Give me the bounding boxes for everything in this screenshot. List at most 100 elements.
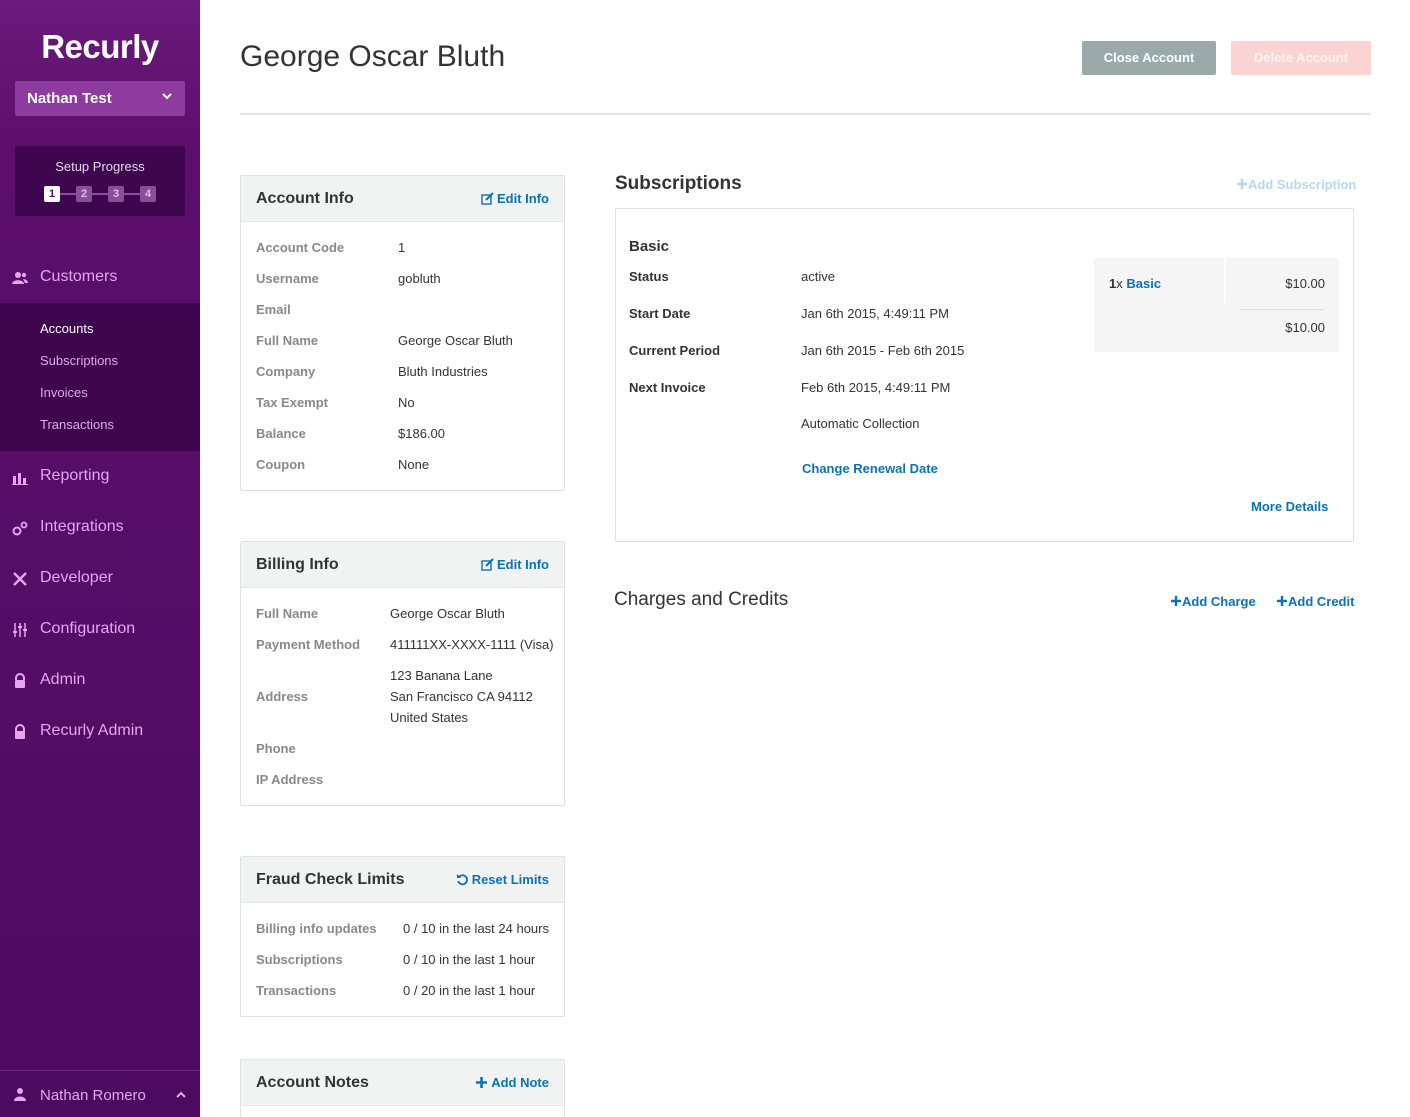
billing-full-name-value: George Oscar Bluth xyxy=(390,606,505,621)
username-label: Username xyxy=(256,271,319,286)
address-line-1: 123 Banana Lane xyxy=(390,668,493,683)
company-value: Bluth Industries xyxy=(398,364,488,379)
fraud-limits-panel: Fraud Check Limits Reset Limits Billing … xyxy=(240,856,565,1017)
setup-progress[interactable]: Setup Progress 1 2 3 4 xyxy=(15,146,185,216)
edit-billing-info-link[interactable]: Edit Info xyxy=(481,557,549,572)
nav-developer[interactable]: Developer xyxy=(0,559,200,599)
current-period-label: Current Period xyxy=(629,343,721,358)
add-credit-label: Add Credit xyxy=(1288,594,1355,609)
header-divider xyxy=(240,113,1371,115)
step-connector xyxy=(124,193,140,195)
start-date-value: Jan 6th 2015, 4:49:11 PM xyxy=(801,306,949,321)
plus-icon xyxy=(1236,178,1248,190)
setup-step-3[interactable]: 3 xyxy=(108,186,124,202)
panel-title: Account Notes xyxy=(256,1074,369,1091)
chevron-down-icon xyxy=(162,93,172,100)
subscription-card: Basic Status active Start Date Jan 6th 2… xyxy=(615,208,1354,542)
nav-label: Recurly Admin xyxy=(40,722,144,739)
reset-icon xyxy=(456,874,468,886)
setup-step-4[interactable]: 4 xyxy=(140,186,156,202)
site-selector[interactable]: Nathan Test xyxy=(15,81,185,116)
username-value: gobluth xyxy=(398,271,441,286)
charges-credits-title: Charges and Credits xyxy=(614,589,789,610)
subscription-price-summary: 1x Basic $10.00 $10.00 xyxy=(1094,258,1339,352)
sliders-icon xyxy=(13,623,27,637)
add-credit-link[interactable]: Add Credit xyxy=(1276,594,1354,609)
next-invoice-label: Next Invoice xyxy=(629,380,706,395)
nav-recurly-admin[interactable]: Recurly Admin xyxy=(0,712,200,752)
panel-title: Account Info xyxy=(256,190,354,207)
nav-reporting[interactable]: Reporting xyxy=(0,457,200,497)
panel-header: Account Notes Add Note xyxy=(241,1060,564,1106)
add-charge-link[interactable]: Add Charge xyxy=(1170,594,1256,609)
account-code-value: 1 xyxy=(398,240,406,255)
account-code-label: Account Code xyxy=(256,240,345,255)
customers-subnav: Accounts Subscriptions Invoices Transact… xyxy=(0,303,200,451)
nav-label: Developer xyxy=(40,569,113,586)
subscriptions-title: Subscriptions xyxy=(615,173,742,194)
gears-icon xyxy=(12,521,28,536)
subscriptions-limit-value: 0 / 10 in the last 1 hour xyxy=(403,952,536,967)
panel-title: Fraud Check Limits xyxy=(256,871,405,888)
sidebar: Recurly Nathan Test Setup Progress 1 2 3… xyxy=(0,0,200,1117)
plus-icon xyxy=(1276,595,1288,607)
lock-icon xyxy=(15,673,25,688)
delete-account-button[interactable]: Delete Account xyxy=(1231,41,1371,75)
add-note-link[interactable]: Add Note xyxy=(475,1075,549,1090)
recurly-logo[interactable]: Recurly xyxy=(0,28,200,66)
plus-icon xyxy=(1170,595,1182,607)
panel-header: Fraud Check Limits Reset Limits xyxy=(241,857,564,903)
close-account-button[interactable]: Close Account xyxy=(1082,41,1216,75)
line-item-amount: $10.00 xyxy=(1285,276,1325,291)
user-icon xyxy=(14,1088,26,1101)
start-date-label: Start Date xyxy=(629,306,691,321)
total-divider xyxy=(1239,309,1324,310)
setup-step-1[interactable]: 1 xyxy=(44,186,60,202)
nav-label: Configuration xyxy=(40,620,136,637)
payment-method-label: Payment Method xyxy=(256,637,361,652)
company-label: Company xyxy=(256,364,316,379)
transactions-limit-label: Transactions xyxy=(256,983,337,998)
subnav-accounts[interactable]: Accounts xyxy=(40,321,93,336)
panel-header: Billing Info Edit Info xyxy=(241,542,564,588)
nav-configuration[interactable]: Configuration xyxy=(0,610,200,650)
add-note-label: Add Note xyxy=(491,1075,549,1090)
address-line-2: San Francisco CA 94112 xyxy=(390,689,533,704)
next-invoice-value: Feb 6th 2015, 4:49:11 PM xyxy=(801,380,951,395)
subnav-transactions[interactable]: Transactions xyxy=(40,417,114,432)
nav-label: Integrations xyxy=(40,518,124,535)
more-details-link[interactable]: More Details xyxy=(1251,499,1328,514)
balance-label: Balance xyxy=(256,426,306,441)
site-selector-label: Nathan Test xyxy=(27,90,112,107)
bar-chart-icon xyxy=(12,473,28,485)
nav-integrations[interactable]: Integrations xyxy=(0,508,200,548)
balance-value: $186.00 xyxy=(398,426,445,441)
tax-exempt-value: No xyxy=(398,395,415,410)
nav-customers[interactable]: Customers xyxy=(0,258,200,298)
page-title: George Oscar Bluth xyxy=(240,40,506,73)
add-subscription-link[interactable]: Add Subscription xyxy=(1236,177,1356,192)
plus-icon xyxy=(476,1077,488,1088)
coupon-label: Coupon xyxy=(256,457,306,472)
nav-admin[interactable]: Admin xyxy=(0,661,200,701)
full-name-label: Full Name xyxy=(256,333,319,348)
setup-step-2[interactable]: 2 xyxy=(76,186,92,202)
subscription-plan-name: Basic xyxy=(629,238,670,255)
address-line-3: United States xyxy=(390,710,469,725)
subnav-subscriptions[interactable]: Subscriptions xyxy=(40,353,118,368)
line-item-plan-link[interactable]: Basic xyxy=(1126,276,1161,291)
step-connector xyxy=(60,193,76,195)
reset-limits-link[interactable]: Reset Limits xyxy=(456,872,549,887)
edit-account-info-link[interactable]: Edit Info xyxy=(481,191,549,206)
change-renewal-date-link[interactable]: Change Renewal Date xyxy=(802,461,938,476)
billing-updates-label: Billing info updates xyxy=(256,921,377,936)
status-label: Status xyxy=(629,269,669,284)
subnav-invoices[interactable]: Invoices xyxy=(40,385,88,400)
reset-label: Reset Limits xyxy=(471,872,549,887)
edit-icon xyxy=(481,558,494,571)
user-name: Nathan Romero xyxy=(40,1087,146,1104)
price-column-divider xyxy=(1224,258,1226,303)
user-menu[interactable]: Nathan Romero xyxy=(0,1070,200,1117)
phone-label: Phone xyxy=(256,741,296,756)
ip-address-label: IP Address xyxy=(256,772,324,787)
